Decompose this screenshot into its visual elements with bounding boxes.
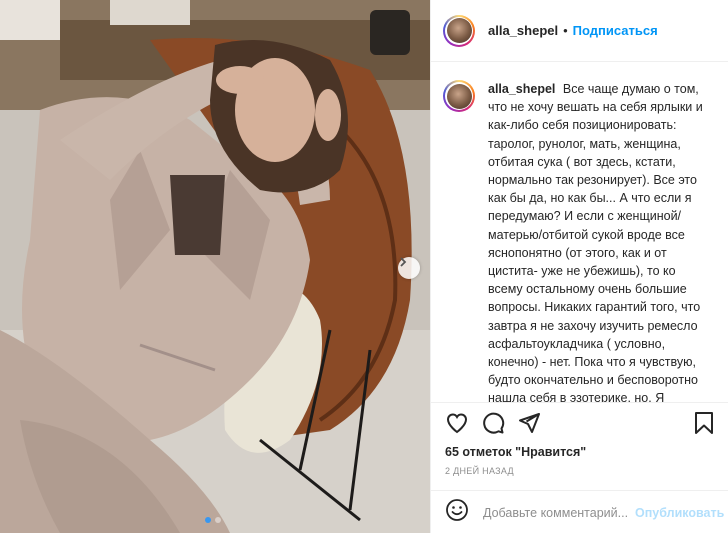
carousel-indicator — [205, 517, 221, 523]
avatar[interactable] — [443, 14, 475, 47]
post-actions: 65 отметок "Нравится" 2 дней назад Опубл… — [431, 402, 728, 533]
header-username[interactable]: alla_shepel — [488, 23, 558, 38]
caption-comment: alla_shepel Все чаще думаю о том, что не… — [431, 62, 728, 402]
photo-illustration — [0, 0, 430, 533]
carousel-dot-2 — [215, 517, 221, 523]
chevron-right-icon — [400, 257, 407, 267]
post-side-panel: alla_shepel • Подписаться alla_shepel Вс… — [430, 0, 728, 533]
smiley-icon — [446, 499, 468, 521]
likes-count[interactable]: 65 отметок "Нравится" — [445, 445, 586, 459]
save-button[interactable] — [693, 411, 715, 440]
caption-text: Все чаще думаю о том, что не хочу вешать… — [488, 82, 703, 402]
comment-input[interactable] — [481, 504, 635, 521]
comment-icon — [483, 412, 505, 434]
comment-form: Опубликовать — [431, 490, 728, 534]
carousel-dot-1 — [205, 517, 211, 523]
share-icon — [519, 413, 540, 433]
action-icons — [431, 411, 728, 441]
caption-username[interactable]: alla_shepel — [488, 82, 555, 96]
caption-area[interactable]: alla_shepel Все чаще думаю о том, что не… — [431, 62, 728, 402]
next-photo-button[interactable] — [398, 257, 420, 279]
caption-avatar[interactable] — [443, 80, 475, 112]
bookmark-icon — [695, 412, 713, 434]
caption-text-block: alla_shepel Все чаще думаю о том, что не… — [488, 80, 713, 402]
post-header: alla_shepel • Подписаться — [431, 0, 728, 62]
comment-button[interactable] — [481, 411, 505, 440]
post-timestamp[interactable]: 2 дней назад — [445, 466, 514, 476]
emoji-button[interactable] — [445, 498, 469, 527]
share-button[interactable] — [517, 411, 541, 440]
like-button[interactable] — [445, 411, 469, 440]
publish-button[interactable]: Опубликовать — [635, 506, 724, 520]
heart-icon — [446, 413, 468, 434]
post-photo[interactable] — [0, 0, 430, 533]
header-separator: • — [563, 23, 568, 38]
follow-button[interactable]: Подписаться — [573, 23, 658, 38]
